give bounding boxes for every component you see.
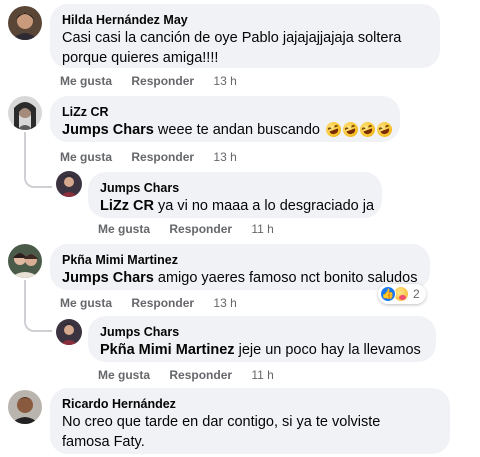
comment-timestamp[interactable]: 13 h: [213, 74, 236, 88]
comment-timestamp[interactable]: 13 h: [213, 296, 236, 310]
comment-text-body: ya vi no maaa a lo desgraciado ja: [158, 198, 375, 214]
reply-button[interactable]: Responder: [131, 74, 194, 88]
like-button[interactable]: Me gusta: [98, 222, 150, 236]
comment-text: No creo que tarde en dar contigo, si ya …: [62, 412, 438, 452]
reply-button[interactable]: Responder: [169, 222, 232, 236]
comment-bubble: Jumps Chars LiZz CR ya vi no maaa a lo d…: [88, 172, 382, 218]
comment-text-line: famosa Faty.: [62, 434, 145, 450]
comment-author[interactable]: Ricardo Hernández: [62, 396, 438, 412]
reactions-summary[interactable]: 👍 2: [378, 284, 426, 304]
reply-button[interactable]: Responder: [131, 296, 194, 310]
reply-button[interactable]: Responder: [169, 368, 232, 382]
comment-author[interactable]: LiZz CR: [62, 104, 388, 120]
comment-actions: Me gusta Responder 11 h: [98, 222, 290, 236]
comment-actions: Me gusta Responder 11 h: [98, 368, 290, 382]
laughing-emoji-icon: [323, 119, 344, 140]
comment-text: Jumps Chars weee te andan buscando: [62, 119, 395, 143]
laughing-emoji-icon: [374, 119, 395, 140]
comment-text: Pkña Mimi Martinez jeje un poco hay la l…: [100, 340, 424, 360]
like-button[interactable]: Me gusta: [98, 368, 150, 382]
like-button[interactable]: Me gusta: [60, 74, 112, 88]
like-reaction-icon: 👍: [380, 286, 396, 302]
comment-text: LiZz CR ya vi no maaa a lo desgraciado j…: [100, 196, 374, 216]
avatar[interactable]: [8, 244, 42, 278]
reply-connector: [24, 132, 52, 188]
comment-text-body: jeje un poco hay la llevamos: [238, 342, 421, 358]
mention-link[interactable]: Jumps Chars: [62, 122, 154, 138]
mention-link[interactable]: LiZz CR: [100, 198, 154, 214]
comment-text-line: No creo que tarde en dar contigo, si ya …: [62, 414, 381, 430]
laughing-emoji-icon: [357, 119, 378, 140]
avatar[interactable]: [56, 319, 82, 345]
comment-bubble: LiZz CR Jumps Chars weee te andan buscan…: [50, 96, 400, 142]
mention-link[interactable]: Jumps Chars: [62, 270, 154, 286]
comment-actions: Me gusta Responder 13 h: [60, 296, 253, 310]
avatar[interactable]: [8, 6, 42, 40]
comment-actions: Me gusta Responder 13 h: [60, 74, 253, 88]
avatar[interactable]: [8, 96, 42, 130]
comment-timestamp[interactable]: 11 h: [251, 368, 273, 382]
comment-bubble: Ricardo Hernández No creo que tarde en d…: [50, 388, 450, 454]
comment-bubble: Jumps Chars Pkña Mimi Martinez jeje un p…: [88, 316, 436, 362]
comment-timestamp[interactable]: 13 h: [213, 150, 236, 164]
mention-link[interactable]: Pkña Mimi Martinez: [100, 342, 235, 358]
comment-author[interactable]: Pkña Mimi Martinez: [62, 252, 418, 268]
reply-button[interactable]: Responder: [131, 150, 194, 164]
reactions-count: 2: [413, 287, 420, 301]
comment-actions: Me gusta Responder 13 h: [60, 150, 253, 164]
avatar[interactable]: [56, 171, 82, 197]
emoji-group: [323, 119, 395, 143]
like-button[interactable]: Me gusta: [60, 296, 112, 310]
comment-text-body: amigo yaeres famoso nct bonito saludos: [157, 270, 418, 286]
comment-author[interactable]: Jumps Chars: [100, 180, 370, 196]
comment-author[interactable]: Hilda Hernández May: [62, 12, 428, 28]
comment-text-line: Casi casi la canción de oye Pablo jajaja…: [62, 30, 402, 46]
comment-timestamp[interactable]: 11 h: [251, 222, 273, 236]
comment-text: Casi casi la canción de oye Pablo jajaja…: [62, 28, 428, 68]
like-button[interactable]: Me gusta: [60, 150, 112, 164]
comment-text: Jumps Chars amigo yaeres famoso nct boni…: [62, 268, 418, 288]
comment-bubble: Pkña Mimi Martinez Jumps Chars amigo yae…: [50, 244, 430, 290]
reply-connector: [24, 280, 52, 332]
comment-bubble: Hilda Hernández May Casi casi la canción…: [50, 4, 440, 68]
comment-text-line: porque quieres amiga!!!!: [62, 50, 219, 66]
comment-author[interactable]: Jumps Chars: [100, 324, 424, 340]
avatar[interactable]: [8, 390, 42, 424]
laughing-emoji-icon: [340, 119, 361, 140]
comment-text-body: weee te andan buscando: [157, 122, 320, 138]
